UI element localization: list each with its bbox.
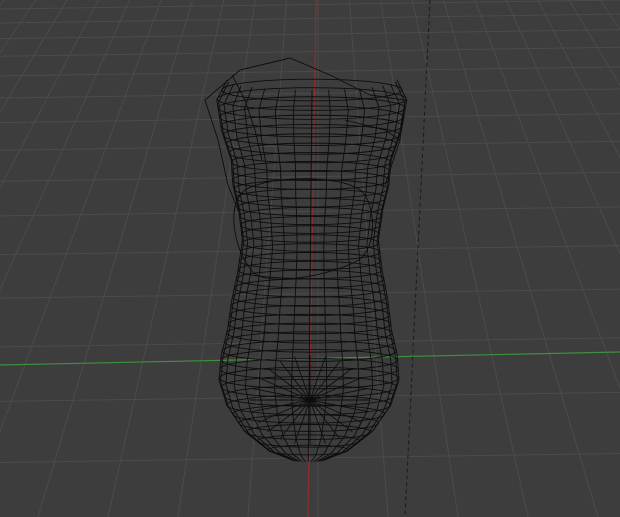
grid-line (0, 46, 620, 57)
grid-line (0, 0, 162, 433)
viewport-canvas[interactable] (0, 0, 620, 517)
grid-line (474, 0, 620, 390)
grid-line (0, 337, 620, 348)
mesh-pole-edge (294, 356, 311, 401)
grid-line (0, 0, 131, 291)
grid-line (505, 0, 620, 255)
camera-guide-line (404, 0, 431, 517)
3d-viewport[interactable] (0, 0, 620, 517)
grid-line (0, 0, 37, 54)
grid-line (177, 0, 256, 517)
grid-line (0, 0, 68, 114)
grid-line (0, 0, 620, 10)
grid-line (568, 0, 620, 87)
mesh-pole-edge (309, 387, 369, 401)
grid-line (37, 0, 194, 517)
grid-line (0, 206, 620, 217)
grid-line (442, 0, 599, 517)
grid-line (0, 29, 620, 40)
grid-line (0, 13, 620, 24)
grid-line (380, 0, 459, 517)
mesh-petal-outline (204, 99, 241, 216)
grid-line (0, 66, 620, 77)
grid-line (612, 0, 620, 517)
grid-line (599, 0, 620, 31)
